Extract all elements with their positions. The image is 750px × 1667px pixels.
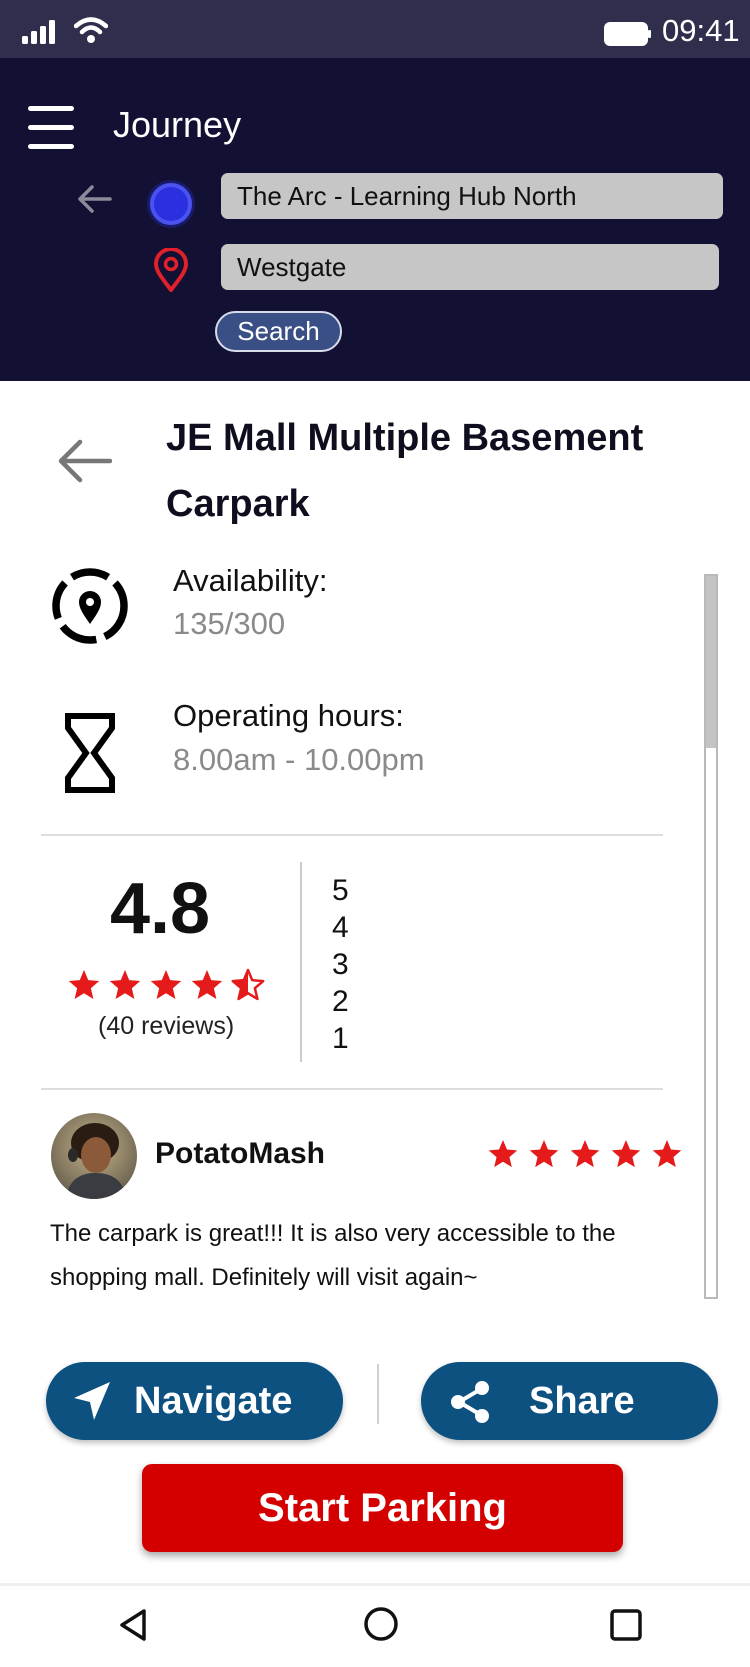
status-bar: 09:41 bbox=[0, 0, 750, 58]
review-username: PotatoMash bbox=[155, 1137, 326, 1170]
divider bbox=[41, 1088, 663, 1090]
review-stars bbox=[488, 1140, 682, 1168]
star-full-icon bbox=[488, 1140, 518, 1168]
nav-back-icon[interactable] bbox=[118, 1608, 148, 1642]
wifi-icon bbox=[74, 17, 108, 43]
star-full-icon bbox=[150, 970, 182, 999]
star-full-icon bbox=[611, 1140, 641, 1168]
signal-icon bbox=[22, 20, 55, 44]
rating-breakdown: 5 4 3 2 1 bbox=[332, 872, 349, 1057]
rating-level: 2 bbox=[332, 985, 349, 1018]
operating-hours-label: Operating hours: bbox=[173, 698, 404, 733]
rating-level: 1 bbox=[332, 1022, 349, 1055]
navigate-button[interactable]: Navigate bbox=[46, 1362, 343, 1440]
rating-level: 5 bbox=[332, 874, 349, 907]
back-arrow-icon[interactable] bbox=[56, 438, 112, 484]
back-arrow-icon[interactable] bbox=[76, 184, 112, 214]
star-half-icon bbox=[231, 968, 265, 1001]
rating-level: 3 bbox=[332, 948, 349, 981]
operating-hours-value: 8.00am - 10.00pm bbox=[173, 742, 425, 777]
navigation-arrow-icon bbox=[74, 1382, 110, 1420]
rating-level: 4 bbox=[332, 911, 349, 944]
system-nav-bar bbox=[0, 1583, 750, 1667]
origin-dot-icon bbox=[150, 183, 192, 225]
share-icon bbox=[451, 1381, 489, 1423]
availability-value: 135/300 bbox=[173, 606, 286, 641]
nav-home-icon[interactable] bbox=[363, 1606, 399, 1642]
battery-icon bbox=[604, 22, 651, 46]
avatar[interactable] bbox=[51, 1113, 137, 1199]
nav-recent-apps-icon[interactable] bbox=[609, 1608, 643, 1642]
rating-stars bbox=[68, 968, 265, 1001]
star-full-icon bbox=[529, 1140, 559, 1168]
availability-label: Availability: bbox=[173, 563, 328, 598]
location-pin-icon bbox=[154, 248, 188, 292]
destination-input[interactable]: Westgate bbox=[221, 244, 719, 290]
star-full-icon bbox=[652, 1140, 682, 1168]
review-text: The carpark is great!!! It is also very … bbox=[50, 1220, 616, 1291]
hourglass-icon bbox=[65, 713, 115, 793]
star-full-icon bbox=[68, 970, 100, 999]
star-full-icon bbox=[191, 970, 223, 999]
menu-icon[interactable] bbox=[28, 106, 76, 154]
carpark-name: JE Mall Multiple Basement Carpark bbox=[166, 417, 644, 525]
reviews-count: (40 reviews) bbox=[98, 1012, 235, 1040]
rating-score: 4.8 bbox=[110, 869, 211, 949]
share-label: Share bbox=[529, 1380, 635, 1422]
navigate-label: Navigate bbox=[134, 1380, 293, 1422]
status-time: 09:41 bbox=[662, 13, 740, 48]
origin-input[interactable]: The Arc - Learning Hub North bbox=[221, 173, 723, 219]
search-button[interactable]: Search bbox=[215, 311, 342, 352]
page-title: Journey bbox=[113, 104, 242, 145]
share-button[interactable]: Share bbox=[421, 1362, 718, 1440]
start-parking-button[interactable]: Start Parking bbox=[142, 1464, 623, 1552]
divider bbox=[377, 1364, 379, 1424]
divider bbox=[300, 862, 302, 1062]
star-full-icon bbox=[109, 970, 141, 999]
scrollbar[interactable] bbox=[704, 574, 718, 1299]
divider bbox=[41, 834, 663, 836]
star-full-icon bbox=[570, 1140, 600, 1168]
availability-location-icon bbox=[52, 568, 128, 644]
scroll-thumb[interactable] bbox=[706, 576, 716, 748]
